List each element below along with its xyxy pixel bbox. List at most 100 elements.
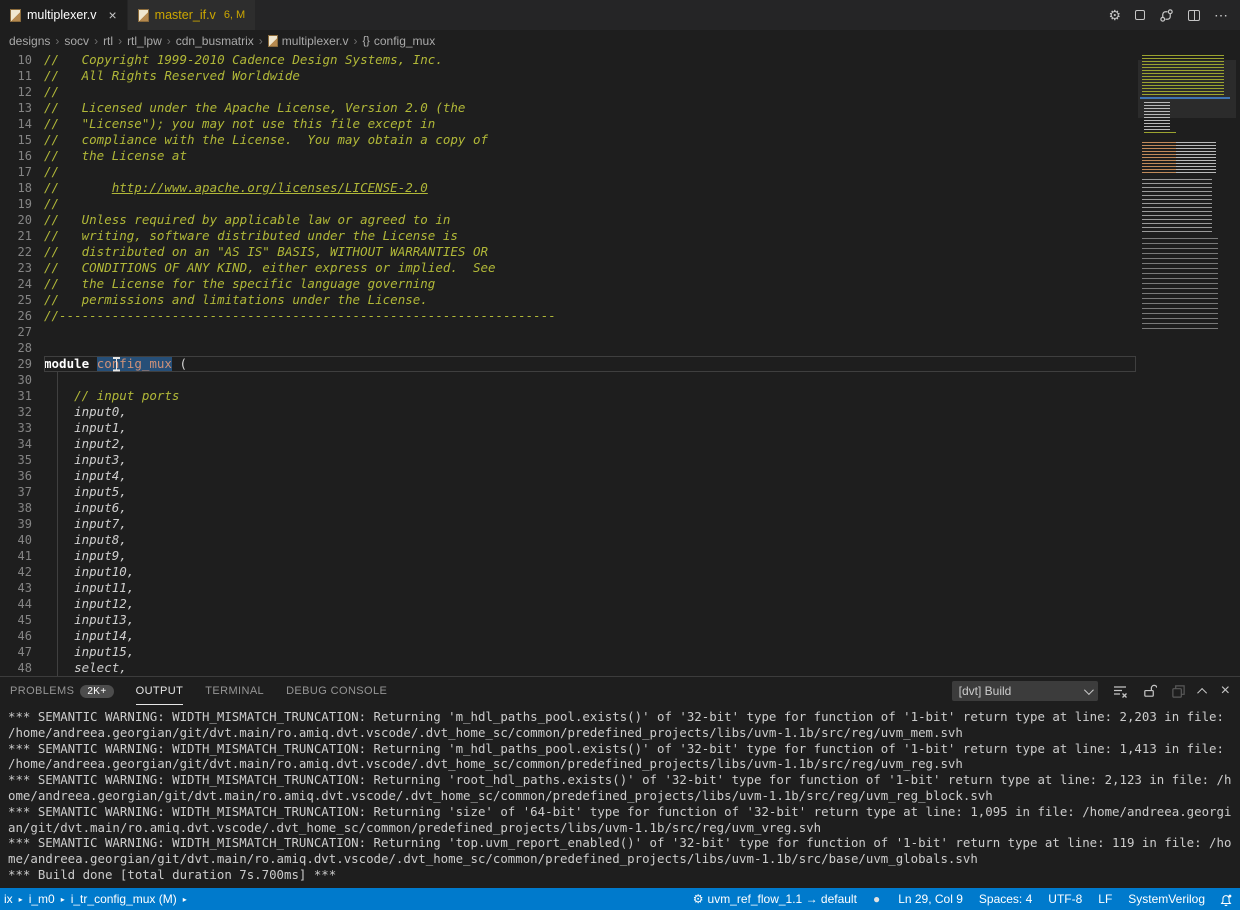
line-content: input13,: [44, 612, 1136, 628]
code-line[interactable]: 20// Unless required by applicable law o…: [0, 212, 1136, 228]
line-number: 19: [0, 196, 44, 212]
status-scope-item[interactable]: ix: [0, 892, 17, 906]
code-line[interactable]: 35 input3,: [0, 452, 1136, 468]
code-line[interactable]: 38 input6,: [0, 500, 1136, 516]
line-content: input12,: [44, 596, 1136, 612]
code-line[interactable]: 21// writing, software distributed under…: [0, 228, 1136, 244]
code-line[interactable]: 19//: [0, 196, 1136, 212]
output-console[interactable]: *** SEMANTIC WARNING: WIDTH_MISMATCH_TRU…: [0, 705, 1240, 883]
line-number: 37: [0, 484, 44, 500]
tab-master-if-v[interactable]: master_if.v 6, M: [128, 0, 256, 30]
code-line[interactable]: 23// CONDITIONS OF ANY KIND, either expr…: [0, 260, 1136, 276]
status-item[interactable]: SystemVerilog: [1120, 892, 1213, 906]
code-line[interactable]: 30: [0, 372, 1136, 388]
code-line[interactable]: 26//------------------------------------…: [0, 308, 1136, 324]
gear-icon[interactable]: ⚙: [1108, 8, 1121, 22]
breadcrumb-item-multiplexer.v[interactable]: multiplexer.v: [268, 34, 349, 48]
code-line[interactable]: 16// the License at: [0, 148, 1136, 164]
status-circle-icon[interactable]: ●: [863, 892, 890, 906]
code-line[interactable]: 17//: [0, 164, 1136, 180]
output-line: *** SEMANTIC WARNING: WIDTH_MISMATCH_TRU…: [8, 741, 1232, 773]
code-line[interactable]: 47 input15,: [0, 644, 1136, 660]
code-line[interactable]: 42 input10,: [0, 564, 1136, 580]
code-line[interactable]: 11// All Rights Reserved Worldwide: [0, 68, 1136, 84]
line-number: 20: [0, 212, 44, 228]
code-line[interactable]: 31 // input ports: [0, 388, 1136, 404]
notifications-bell-icon[interactable]: [1219, 893, 1232, 906]
panel-tab-debug-console[interactable]: DEBUG CONSOLE: [286, 677, 387, 705]
split-editor-icon[interactable]: [1188, 10, 1200, 21]
line-number: 45: [0, 612, 44, 628]
breadcrumb-item-rtl_lpw[interactable]: rtl_lpw: [127, 34, 162, 48]
panel-tab-output[interactable]: OUTPUT: [136, 677, 184, 705]
code-line[interactable]: 24// the License for the specific langua…: [0, 276, 1136, 292]
code-line[interactable]: 34 input2,: [0, 436, 1136, 452]
code-line[interactable]: 39 input7,: [0, 516, 1136, 532]
code-line[interactable]: 12//: [0, 84, 1136, 100]
output-line: *** SEMANTIC WARNING: WIDTH_MISMATCH_TRU…: [8, 804, 1232, 836]
code-line[interactable]: 45 input13,: [0, 612, 1136, 628]
code-line[interactable]: 48 select,: [0, 660, 1136, 676]
status-scope-breadcrumb: ix▸i_m0▸i_tr_config_mux (M)▸: [0, 892, 189, 906]
code-line[interactable]: 32 input0,: [0, 404, 1136, 420]
more-actions-icon[interactable]: ⋯: [1214, 8, 1228, 22]
code-line[interactable]: 22// distributed on an "AS IS" BASIS, WI…: [0, 244, 1136, 260]
breadcrumb-item-rtl[interactable]: rtl: [103, 34, 113, 48]
panel-tab-problems[interactable]: PROBLEMS2K+: [10, 677, 114, 705]
line-number: 36: [0, 468, 44, 484]
status-scope-item[interactable]: i_tr_config_mux (M): [67, 892, 181, 906]
code-line[interactable]: 37 input5,: [0, 484, 1136, 500]
code-editor[interactable]: 10// Copyright 1999-2010 Cadence Design …: [0, 52, 1240, 676]
code-line[interactable]: 27: [0, 324, 1136, 340]
code-line[interactable]: 46 input14,: [0, 628, 1136, 644]
status-item[interactable]: Spaces: 4: [971, 892, 1040, 906]
clear-output-icon[interactable]: [1112, 683, 1128, 699]
code-line[interactable]: 29module config_mux (: [0, 356, 1136, 372]
code-line[interactable]: 33 input1,: [0, 420, 1136, 436]
code-line[interactable]: 14// "License"); you may not use this fi…: [0, 116, 1136, 132]
line-content: //: [44, 84, 1136, 100]
tab-label: master_if.v: [155, 8, 216, 22]
compare-changes-icon[interactable]: [1159, 8, 1174, 23]
code-line[interactable]: 13// Licensed under the Apache License, …: [0, 100, 1136, 116]
output-channel-select[interactable]: [dvt] Build: [952, 681, 1098, 701]
code-line[interactable]: 28: [0, 340, 1136, 356]
code-line[interactable]: 44 input12,: [0, 596, 1136, 612]
status-item[interactable]: UTF-8: [1040, 892, 1090, 906]
status-item[interactable]: Ln 29, Col 9: [890, 892, 971, 906]
line-content: input0,: [44, 404, 1136, 420]
panel-tab-terminal[interactable]: TERMINAL: [205, 677, 264, 705]
status-scope-item[interactable]: i_m0: [25, 892, 59, 906]
code-line[interactable]: 36 input4,: [0, 468, 1136, 484]
line-number: 28: [0, 340, 44, 356]
dvt-flow-selector[interactable]: ⚙ uvm_ref_flow_1.1 → default: [687, 892, 863, 906]
code-line[interactable]: 40 input8,: [0, 532, 1136, 548]
line-number: 21: [0, 228, 44, 244]
breadcrumb-item-designs[interactable]: designs: [9, 34, 50, 48]
unlock-auto-scroll-icon[interactable]: [1142, 684, 1157, 699]
code-line[interactable]: 10// Copyright 1999-2010 Cadence Design …: [0, 52, 1136, 68]
minimap[interactable]: [1138, 52, 1236, 676]
code-line[interactable]: 18// http://www.apache.org/licenses/LICE…: [0, 180, 1136, 196]
code-line[interactable]: 43 input11,: [0, 580, 1136, 596]
maximize-panel-icon[interactable]: [1200, 688, 1207, 695]
close-panel-icon[interactable]: ×: [1221, 682, 1230, 700]
minimap-highlight-module-line: [1140, 97, 1230, 99]
open-in-editor-icon[interactable]: [1171, 684, 1186, 699]
breadcrumb-item-cdn_busmatrix[interactable]: cdn_busmatrix: [176, 34, 254, 48]
line-content: input6,: [44, 500, 1136, 516]
breadcrumb-item-config_mux[interactable]: {}config_mux: [363, 34, 436, 48]
line-number: 32: [0, 404, 44, 420]
tab-label: multiplexer.v: [27, 8, 96, 22]
tab-multiplexer-v[interactable]: multiplexer.v ×: [0, 0, 127, 30]
bottom-panel: PROBLEMS2K+ OUTPUT TERMINAL DEBUG CONSOLE […: [0, 676, 1240, 888]
code-line[interactable]: 15// compliance with the License. You ma…: [0, 132, 1136, 148]
status-item[interactable]: LF: [1090, 892, 1120, 906]
close-icon[interactable]: ×: [108, 8, 116, 22]
code-line[interactable]: 25// permissions and limitations under t…: [0, 292, 1136, 308]
status-right: ⚙ uvm_ref_flow_1.1 → default ● Ln 29, Co…: [687, 892, 1232, 906]
layout-square-icon[interactable]: [1135, 10, 1145, 20]
breadcrumb-item-socv[interactable]: socv: [64, 34, 89, 48]
line-content: input15,: [44, 644, 1136, 660]
code-line[interactable]: 41 input9,: [0, 548, 1136, 564]
